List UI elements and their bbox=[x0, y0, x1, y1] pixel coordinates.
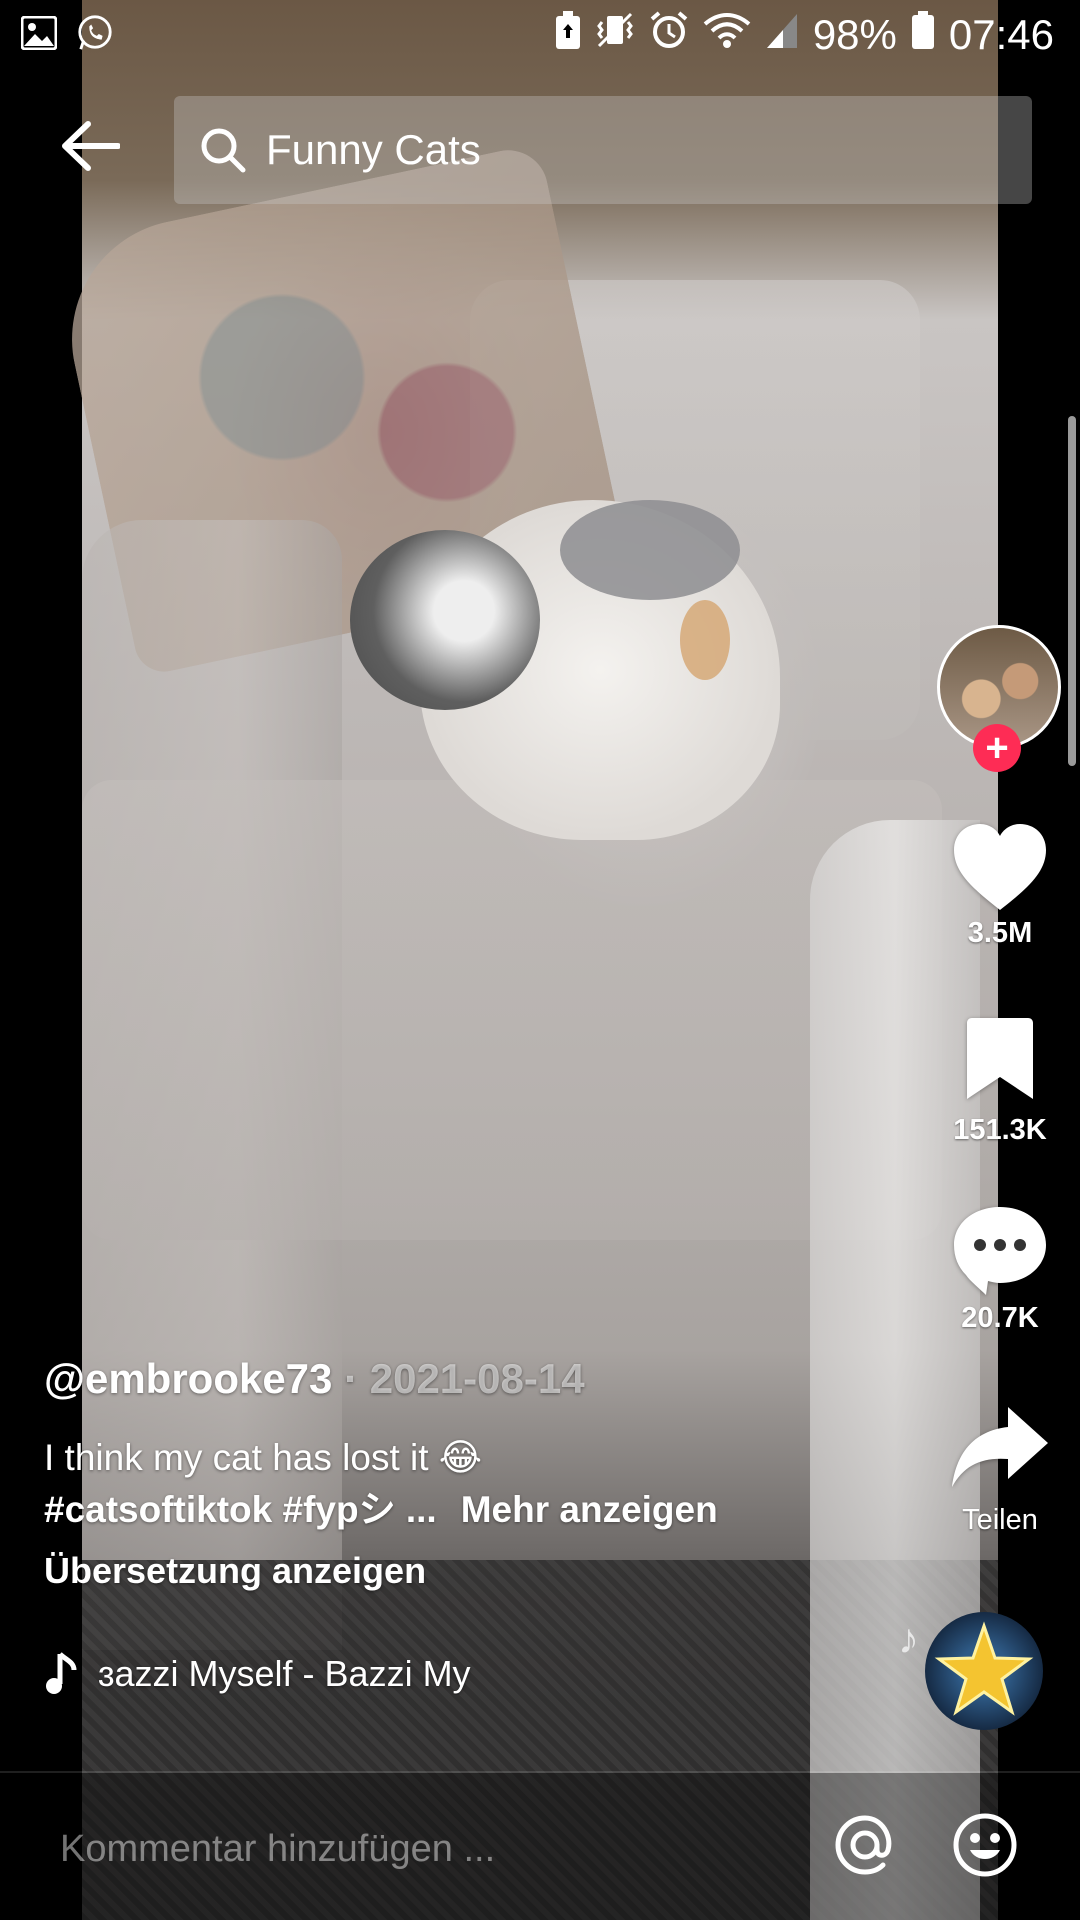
video-author-line[interactable]: @embrooke73 · 2021-08-14 bbox=[44, 1355, 585, 1403]
search-icon bbox=[201, 128, 246, 173]
post-date: 2021-08-14 bbox=[369, 1355, 585, 1402]
status-bar: 98% 07:46 bbox=[0, 0, 1080, 76]
separator: · bbox=[332, 1355, 370, 1402]
save-button[interactable]: 151.3K bbox=[935, 1017, 1065, 1147]
smiley-icon bbox=[953, 1813, 1017, 1877]
comment-count: 20.7K bbox=[961, 1302, 1039, 1334]
vibrate-icon bbox=[595, 10, 635, 60]
share-label: Teilen bbox=[962, 1504, 1038, 1536]
back-button[interactable] bbox=[60, 120, 130, 180]
star-disc-icon bbox=[934, 1621, 1034, 1716]
alarm-icon bbox=[649, 10, 689, 60]
share-button[interactable]: Teilen bbox=[935, 1405, 1065, 1537]
hashtags[interactable]: #catsoftiktok #fypシ ... bbox=[44, 1489, 437, 1530]
search-bar[interactable]: Funny Cats bbox=[174, 96, 1032, 204]
comment-icon bbox=[954, 1207, 1046, 1295]
battery-percent: 98% bbox=[812, 11, 897, 58]
translate-link[interactable]: Übersetzung anzeigen bbox=[44, 1550, 426, 1592]
emoji-button[interactable] bbox=[950, 1810, 1020, 1880]
video-chair bbox=[810, 820, 980, 1920]
wifi-icon bbox=[703, 10, 751, 60]
search-query[interactable]: Funny Cats bbox=[266, 126, 481, 174]
music-disc[interactable] bbox=[925, 1612, 1043, 1730]
at-sign-icon bbox=[835, 1815, 892, 1875]
clock: 07:46 bbox=[948, 11, 1054, 58]
caption-text: I think my cat has lost it 😂 bbox=[44, 1437, 483, 1478]
heart-icon bbox=[954, 824, 1046, 910]
arrow-left-icon bbox=[62, 121, 121, 171]
whatsapp-icon bbox=[76, 14, 114, 52]
show-more-link[interactable]: Mehr anzeigen bbox=[461, 1489, 718, 1530]
battery-saver-icon bbox=[555, 10, 581, 60]
mention-button[interactable] bbox=[830, 1810, 900, 1880]
author-username[interactable]: @embrooke73 bbox=[44, 1355, 332, 1402]
video-caption: I think my cat has lost it 😂 #catsoftikt… bbox=[44, 1432, 824, 1536]
save-count: 151.3K bbox=[953, 1114, 1047, 1146]
like-button[interactable]: 3.5M bbox=[935, 822, 1065, 950]
bookmark-icon bbox=[967, 1018, 1033, 1099]
music-note-small-icon: ♪ bbox=[898, 1615, 919, 1662]
follow-button[interactable]: + bbox=[973, 724, 1021, 772]
comment-input[interactable]: Kommentar hinzufügen ... bbox=[60, 1828, 495, 1871]
music-note-icon bbox=[46, 1652, 77, 1694]
music-title: ɜazzi Myself - Bazzi My bbox=[98, 1653, 471, 1694]
comment-button[interactable]: 20.7K bbox=[935, 1205, 1065, 1335]
music-ticker[interactable]: ɜazzi Myself - Bazzi My bbox=[44, 1650, 598, 1698]
gallery-icon bbox=[20, 14, 58, 52]
share-arrow-icon bbox=[952, 1407, 1048, 1487]
signal-icon bbox=[765, 10, 799, 60]
video-cat-head bbox=[350, 530, 540, 710]
video-cat-patch bbox=[560, 500, 740, 600]
like-count: 3.5M bbox=[967, 917, 1033, 949]
video-cat-patch-orange bbox=[680, 600, 730, 680]
scrollbar[interactable] bbox=[1068, 416, 1076, 766]
battery-icon bbox=[911, 10, 935, 60]
